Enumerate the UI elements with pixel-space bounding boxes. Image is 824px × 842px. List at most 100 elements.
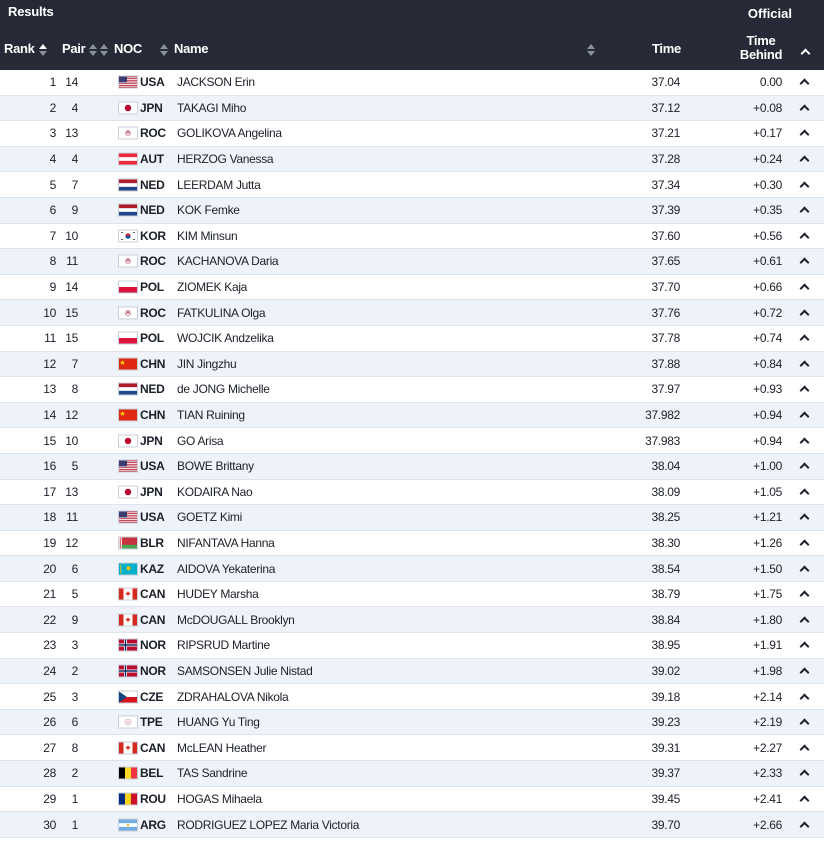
expand-row-button[interactable] <box>799 589 810 601</box>
athlete-name-cell[interactable]: ZDRAHALOVA Nikola <box>177 690 289 704</box>
expand-row-button[interactable] <box>799 743 810 755</box>
table-row[interactable]: 15 10 JPN GO Arisa 37.983 +0.94 <box>0 428 824 454</box>
rank-column-header[interactable]: Rank <box>4 41 47 56</box>
table-row[interactable]: 14 12 CHN TIAN Ruining 37.982 +0.94 <box>0 402 824 429</box>
expand-row-button[interactable] <box>799 564 810 576</box>
athlete-name-cell[interactable]: KIM Minsun <box>177 229 238 243</box>
athlete-name-cell[interactable]: LEERDAM Jutta <box>177 178 261 192</box>
athlete-name-cell[interactable]: GOETZ Kimi <box>177 510 242 524</box>
expand-row-button[interactable] <box>799 256 810 268</box>
table-row[interactable]: 8 11 ROC KACHANOVA Daria 37.65 +0.61 <box>0 249 824 275</box>
expand-row-button[interactable] <box>799 103 810 115</box>
athlete-name-cell[interactable]: SAMSONSEN Julie Nistad <box>177 664 313 678</box>
athlete-name-cell[interactable]: KOK Femke <box>177 203 240 217</box>
athlete-name-cell[interactable]: TIAN Ruining <box>177 408 245 422</box>
table-row[interactable]: 21 5 CAN HUDEY Marsha 38.79 +1.75 <box>0 581 824 608</box>
table-row[interactable]: 5 7 NED LEERDAM Jutta 37.34 +0.30 <box>0 172 824 198</box>
athlete-name-cell[interactable]: ZIOMEK Kaja <box>177 280 247 294</box>
athlete-name-cell[interactable]: GO Arisa <box>177 434 224 448</box>
athlete-name-cell[interactable]: HOGAS Mihaela <box>177 792 262 806</box>
expand-row-button[interactable] <box>799 436 810 448</box>
expand-row-button[interactable] <box>799 77 810 89</box>
table-row[interactable]: 10 15 ROC FATKULINA Olga 37.76 +0.72 <box>0 300 824 326</box>
table-row[interactable]: 22 9 CAN McDOUGALL Brooklyn 38.84 +1.80 <box>0 607 824 634</box>
table-row[interactable]: 25 3 CZE ZDRAHALOVA Nikola 39.18 +2.14 <box>0 684 824 710</box>
table-row[interactable]: 26 6 TPE HUANG Yu Ting 39.23 +2.19 <box>0 709 824 736</box>
expand-row-button[interactable] <box>799 692 810 703</box>
expand-row-button[interactable] <box>799 308 810 320</box>
athlete-name-cell[interactable]: TAKAGI Miho <box>177 101 246 115</box>
athlete-name-cell[interactable]: KACHANOVA Daria <box>177 254 279 268</box>
time-sort-control[interactable] <box>587 41 595 56</box>
collapse-all-button[interactable] <box>800 47 811 59</box>
athlete-name-cell[interactable]: JIN Jingzhu <box>177 357 237 371</box>
athlete-name-cell[interactable]: McLEAN Heather <box>177 741 266 755</box>
table-row[interactable]: 11 15 POL WOJCIK Andzelika 37.78 +0.74 <box>0 325 824 352</box>
athlete-name-cell[interactable]: BOWE Brittany <box>177 459 254 473</box>
expand-row-button[interactable] <box>799 666 810 678</box>
athlete-name-cell[interactable]: TAS Sandrine <box>177 766 248 780</box>
athlete-name-cell[interactable]: McDOUGALL Brooklyn <box>177 613 295 627</box>
table-row[interactable]: 19 12 BLR NIFANTAVA Hanna 38.30 +1.26 <box>0 530 824 557</box>
expand-row-button[interactable] <box>799 512 810 524</box>
athlete-name-cell[interactable]: HERZOG Vanessa <box>177 152 274 166</box>
athlete-name-cell[interactable]: RODRIGUEZ LOPEZ Maria Victoria <box>177 818 359 832</box>
rank-sort-icon[interactable] <box>38 43 47 56</box>
table-row[interactable]: 3 13 ROC GOLIKOVA Angelina 37.21 +0.17 <box>0 121 824 147</box>
athlete-name-cell[interactable]: de JONG Michelle <box>177 382 270 396</box>
table-row[interactable]: 13 8 NED de JONG Michelle 37.97 +0.93 <box>0 377 824 403</box>
expand-row-button[interactable] <box>799 205 810 217</box>
expand-row-button[interactable] <box>799 410 810 422</box>
athlete-name-cell[interactable]: WOJCIK Andzelika <box>177 331 274 345</box>
name-column-header[interactable]: Name <box>160 41 209 56</box>
noc-sort-icon[interactable] <box>100 43 108 56</box>
expand-row-button[interactable] <box>799 768 810 780</box>
pair-column-header[interactable]: Pair <box>62 41 98 56</box>
expand-row-button[interactable] <box>799 231 810 243</box>
expand-row-button[interactable] <box>799 333 810 345</box>
table-row[interactable]: 30 1 ARG RODRIGUEZ LOPEZ Maria Victoria 39.7… <box>0 812 824 838</box>
expand-row-button[interactable] <box>799 640 810 652</box>
athlete-name-cell[interactable]: HUANG Yu Ting <box>177 715 260 729</box>
pair-sort-icon[interactable] <box>89 43 98 56</box>
table-row[interactable]: 27 8 CAN McLEAN Heather 39.31 +2.27 <box>0 735 824 762</box>
table-row[interactable]: 29 1 ROU HOGAS Mihaela 39.45 +2.41 <box>0 786 824 813</box>
expand-row-button[interactable] <box>799 154 810 166</box>
athlete-name-cell[interactable]: HUDEY Marsha <box>177 587 259 601</box>
table-row[interactable]: 16 5 USA BOWE Brittany 38.04 +1.00 <box>0 453 824 480</box>
table-row[interactable]: 28 2 BEL TAS Sandrine 39.37 +2.33 <box>0 761 824 787</box>
noc-column-header[interactable]: NOC <box>100 41 142 56</box>
expand-row-button[interactable] <box>799 461 810 473</box>
table-row[interactable]: 12 7 CHN JIN Jingzhu 37.88 +0.84 <box>0 351 824 378</box>
table-row[interactable]: 9 14 POL ZIOMEK Kaja 37.70 +0.66 <box>0 274 824 301</box>
expand-row-button[interactable] <box>799 180 810 192</box>
expand-row-button[interactable] <box>799 487 810 499</box>
expand-row-button[interactable] <box>799 384 810 396</box>
table-row[interactable]: 20 6 KAZ AIDOVA Yekaterina 38.54 +1.50 <box>0 556 824 582</box>
time-sort-icon[interactable] <box>587 43 595 56</box>
table-row[interactable]: 7 10 KOR KIM Minsun 37.60 +0.56 <box>0 223 824 250</box>
expand-row-button[interactable] <box>799 282 810 294</box>
athlete-name-cell[interactable]: JACKSON Erin <box>177 75 255 89</box>
athlete-name-cell[interactable]: AIDOVA Yekaterina <box>177 562 275 576</box>
table-row[interactable]: 6 9 NED KOK Femke 37.39 +0.35 <box>0 197 824 224</box>
table-row[interactable]: 1 14 USA JACKSON Erin 37.04 0.00 <box>0 70 824 96</box>
expand-row-button[interactable] <box>799 359 810 371</box>
athlete-name-cell[interactable]: KODAIRA Nao <box>177 485 253 499</box>
expand-row-button[interactable] <box>799 717 810 729</box>
table-row[interactable]: 23 3 NOR RIPSRUD Martine 38.95 +1.91 <box>0 633 824 659</box>
expand-row-button[interactable] <box>799 538 810 550</box>
expand-row-button[interactable] <box>799 794 810 806</box>
athlete-name-cell[interactable]: GOLIKOVA Angelina <box>177 126 282 140</box>
table-row[interactable]: 24 2 NOR SAMSONSEN Julie Nistad 39.02 +1.98 <box>0 658 824 685</box>
athlete-name-cell[interactable]: NIFANTAVA Hanna <box>177 536 275 550</box>
table-row[interactable]: 2 4 JPN TAKAGI Miho 37.12 +0.08 <box>0 95 824 122</box>
expand-row-button[interactable] <box>799 128 810 140</box>
table-row[interactable]: 18 11 USA GOETZ Kimi 38.25 +1.21 <box>0 505 824 531</box>
expand-row-button[interactable] <box>799 820 810 831</box>
table-row[interactable]: 17 13 JPN KODAIRA Nao 38.09 +1.05 <box>0 479 824 506</box>
athlete-name-cell[interactable]: FATKULINA Olga <box>177 306 266 320</box>
table-row[interactable]: 4 4 AUT HERZOG Vanessa 37.28 +0.24 <box>0 146 824 173</box>
athlete-name-cell[interactable]: RIPSRUD Martine <box>177 638 270 652</box>
expand-row-button[interactable] <box>799 615 810 627</box>
